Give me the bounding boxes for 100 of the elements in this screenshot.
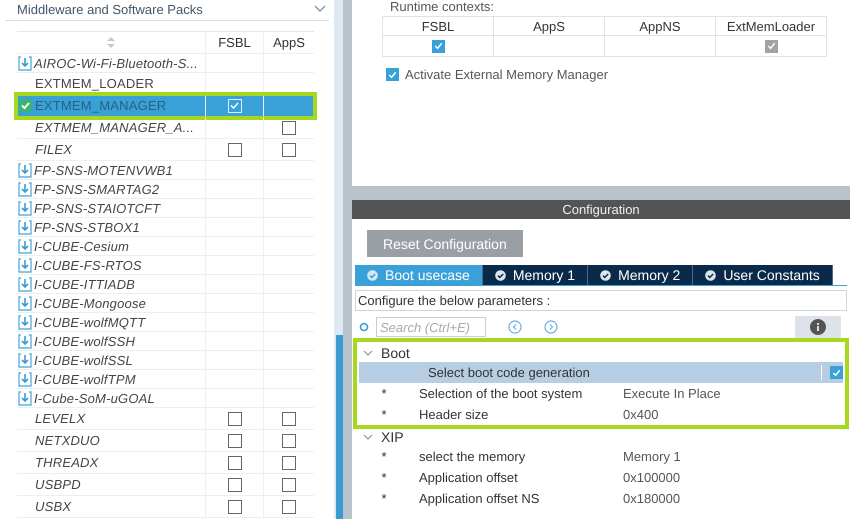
download-icon xyxy=(18,296,32,310)
search-icon[interactable] xyxy=(359,322,370,332)
package-name[interactable]: NETXDUO xyxy=(35,433,100,448)
parameter-row[interactable]: * Selection of the boot system Execute In Place xyxy=(359,383,843,404)
chevron-down-icon[interactable] xyxy=(314,5,326,13)
checkbox[interactable] xyxy=(228,478,242,492)
checkbox[interactable] xyxy=(282,500,296,514)
checkbox[interactable] xyxy=(228,434,242,448)
package-name[interactable]: FP-SNS-MOTENVWB1 xyxy=(34,162,173,178)
group-label[interactable]: Boot xyxy=(381,344,410,360)
download-icon xyxy=(18,238,32,254)
table-row[interactable]: AIROC-Wi-Fi-Bluetooth-S... xyxy=(17,54,314,73)
package-name[interactable]: AIROC-Wi-Fi-Bluetooth-S... xyxy=(34,56,198,70)
parameter-value[interactable]: Execute In Place xyxy=(623,386,721,401)
table-row[interactable]: FILEX xyxy=(17,139,314,161)
checkmark-icon xyxy=(229,100,240,111)
checkbox[interactable] xyxy=(432,40,444,52)
checkbox[interactable] xyxy=(830,366,843,379)
search-field[interactable]: Search (Ctrl+E) xyxy=(376,317,486,337)
expand-icon[interactable] xyxy=(363,348,373,356)
checkbox[interactable] xyxy=(282,120,296,134)
package-name[interactable]: LEVELX xyxy=(35,411,86,426)
package-name[interactable]: I-CUBE-wolfTPM xyxy=(34,372,136,386)
package-name[interactable]: FP-SNS-STAIOTCFT xyxy=(34,200,160,216)
group-label[interactable]: XIP xyxy=(381,428,404,444)
parameter-value[interactable]: Memory 1 xyxy=(623,449,681,464)
package-name[interactable]: FP-SNS-STBOX1 xyxy=(34,220,140,234)
parameter-value[interactable]: 0x180000 xyxy=(623,491,680,506)
table-row[interactable]: USBX xyxy=(17,496,314,518)
checkbox[interactable] xyxy=(282,142,296,156)
parameter-label: Header size xyxy=(419,407,488,422)
tab[interactable]: Memory 1 xyxy=(482,265,588,285)
download-icon xyxy=(18,390,32,406)
table-row[interactable]: I-Cube-SoM-uGOAL xyxy=(17,389,314,408)
checkbox[interactable] xyxy=(386,68,399,81)
table-row[interactable]: THREADX xyxy=(17,452,314,474)
package-name[interactable]: EXTMEM_MANAGER_A... xyxy=(35,120,194,135)
checkbox[interactable] xyxy=(282,456,296,470)
table-row[interactable]: I-CUBE-Mongoose xyxy=(17,294,314,313)
section-header: Configuration xyxy=(352,200,850,219)
required-marker: * xyxy=(381,449,387,464)
table-row[interactable]: I-CUBE-wolfMQTT xyxy=(17,313,314,332)
table-row[interactable]: USBPD xyxy=(17,474,314,496)
tab[interactable]: User Constants xyxy=(693,265,833,285)
package-name[interactable]: I-CUBE-Cesium xyxy=(34,238,130,254)
instruction-text: Configure the below parameters : xyxy=(355,290,847,311)
parameter-row[interactable]: Select boot code generation xyxy=(359,362,843,383)
package-name[interactable]: USBX xyxy=(35,499,72,514)
package-name[interactable]: USBPD xyxy=(35,477,81,492)
info-button[interactable] xyxy=(795,316,841,338)
table-row[interactable]: NETXDUO xyxy=(17,430,314,452)
table-row[interactable]: I-CUBE-wolfTPM xyxy=(17,370,314,389)
package-name[interactable]: FP-SNS-SMARTAG2 xyxy=(34,182,160,196)
download-icon xyxy=(18,56,32,70)
package-name[interactable]: EXTMEM_LOADER xyxy=(35,76,154,91)
tab[interactable]: Memory 2 xyxy=(588,265,694,285)
checkbox[interactable] xyxy=(282,434,296,448)
table-row[interactable]: I-CUBE-wolfSSL xyxy=(17,351,314,370)
package-name[interactable]: I-CUBE-wolfSSH xyxy=(34,334,136,348)
download-icon xyxy=(18,276,32,292)
table-row[interactable]: I-CUBE-Cesium xyxy=(17,237,314,256)
check-circle-icon xyxy=(600,270,612,280)
scrollbar[interactable] xyxy=(334,0,343,519)
parameter-row[interactable]: * Application offset 0x100000 xyxy=(359,467,843,488)
panel-title: Middleware and Software Packs xyxy=(17,2,203,16)
checkbox[interactable] xyxy=(228,500,242,514)
parameter-row[interactable]: * Application offset NS 0x180000 xyxy=(359,488,843,509)
section-label: Runtime contexts: xyxy=(390,0,496,16)
checkbox[interactable] xyxy=(282,412,296,426)
package-name[interactable]: I-CUBE-ITTIADB xyxy=(34,276,136,292)
parameter-row[interactable]: * select the memory Memory 1 xyxy=(359,446,843,467)
package-name[interactable]: I-CUBE-wolfMQTT xyxy=(34,314,146,330)
download-icon xyxy=(18,200,32,216)
parameter-value[interactable]: 0x400 xyxy=(623,407,658,422)
checkbox[interactable] xyxy=(228,412,242,426)
column-header: AppNS xyxy=(605,17,716,36)
table-row[interactable]: FP-SNS-SMARTAG2 xyxy=(17,180,314,199)
checkbox[interactable] xyxy=(228,142,242,156)
required-marker: * xyxy=(381,470,387,485)
table-row[interactable]: LEVELX xyxy=(17,408,314,430)
table-row[interactable]: FP-SNS-STBOX1 xyxy=(17,218,314,237)
package-name[interactable]: I-Cube-SoM-uGOAL xyxy=(34,390,155,406)
checkbox[interactable] xyxy=(228,456,242,470)
table-row[interactable]: FP-SNS-MOTENVWB1 xyxy=(17,161,314,180)
parameter-label: Select boot code generation xyxy=(428,365,591,380)
parameter-row[interactable]: * Header size 0x400 xyxy=(359,404,843,425)
download-icon xyxy=(18,220,32,234)
package-name[interactable]: I-CUBE-wolfSSL xyxy=(34,352,133,368)
parameter-value[interactable]: 0x100000 xyxy=(623,470,680,485)
expand-icon[interactable] xyxy=(363,432,373,440)
package-name[interactable]: I-CUBE-Mongoose xyxy=(34,296,146,310)
table-row[interactable]: EXTMEM_MANAGER_A... xyxy=(17,117,314,139)
table-row[interactable]: FP-SNS-STAIOTCFT xyxy=(17,199,314,218)
table-row[interactable]: I-CUBE-FS-RTOS xyxy=(17,256,314,275)
package-name[interactable]: I-CUBE-FS-RTOS xyxy=(34,258,142,272)
package-name[interactable]: FILEX xyxy=(35,142,72,157)
package-name[interactable]: THREADX xyxy=(35,455,99,470)
table-row[interactable]: I-CUBE-ITTIADB xyxy=(17,275,314,294)
table-row[interactable]: I-CUBE-wolfSSH xyxy=(17,332,314,351)
checkbox[interactable] xyxy=(282,478,296,492)
